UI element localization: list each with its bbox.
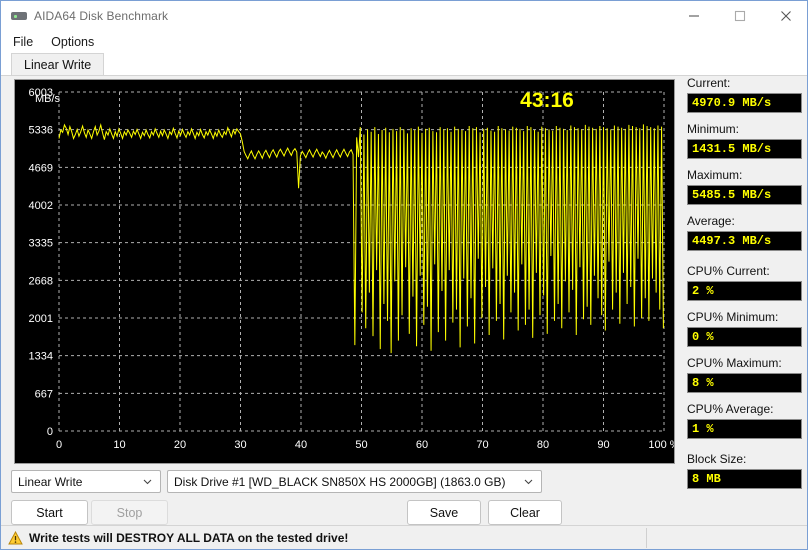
status-bar-divider (646, 528, 647, 548)
close-button[interactable] (763, 1, 807, 30)
window-title: AIDA64 Disk Benchmark (34, 8, 169, 23)
benchmark-mode-value: Linear Write (18, 474, 83, 489)
x-tick-label: 90 (597, 439, 609, 451)
stat-maximum: Maximum: 5485.5 MB/s (687, 168, 802, 205)
x-tick-label: 70 (476, 439, 488, 451)
stat-block_size-label: Block Size: (687, 452, 747, 466)
y-tick-label: 1334 (29, 351, 53, 363)
minimize-icon (689, 14, 699, 17)
status-bar: Write tests will DESTROY ALL DATA on the… (1, 525, 807, 549)
stat-maximum-value: 5485.5 MB/s (687, 185, 802, 205)
stat-average-value: 4497.3 MB/s (687, 231, 802, 251)
y-tick-label: 2668 (29, 275, 53, 287)
x-tick-label: 60 (416, 439, 428, 451)
start-button[interactable]: Start (11, 500, 88, 525)
y-tick-label: 2001 (29, 313, 53, 325)
x-tick-label: 30 (234, 439, 246, 451)
tab-linear-write[interactable]: Linear Write (11, 53, 105, 75)
chart-y-axis-labels: 066713342001266833354002466953366003 (29, 87, 53, 438)
content-area: 0 667 1334 2001 2668 3335 4002 4669 5336 6003 0 10… (1, 75, 807, 527)
stat-cpu_maximum-label: CPU% Maximum: (687, 356, 782, 370)
stat-current-label: Current: (687, 76, 731, 90)
chart-x-axis-labels: 0 10 20 30 40 50 60 70 80 90 100 % (56, 439, 674, 451)
controls-panel: Linear Write Disk Drive #1 [WD_BLACK SN8… (1, 470, 807, 527)
stat-current: Current: 4970.9 MB/s (687, 76, 802, 113)
stat-cpu_average: CPU% Average: 1 % (687, 402, 802, 439)
close-icon (781, 10, 791, 21)
x-tick-label: 0 (56, 439, 62, 451)
benchmark-chart: 0 667 1334 2001 2668 3335 4002 4669 5336 6003 0 10… (14, 79, 675, 464)
stat-cpu_average-label: CPU% Average: (687, 402, 774, 416)
y-tick-label: 667 (35, 388, 53, 400)
stop-button: Stop (91, 500, 168, 525)
clear-button[interactable]: Clear (488, 500, 562, 525)
x-tick-label: 50 (355, 439, 367, 451)
x-tick-label: 80 (537, 439, 549, 451)
benchmark-mode-select[interactable]: Linear Write (11, 470, 161, 493)
stat-average: Average: 4497.3 MB/s (687, 214, 802, 251)
chart-unit-label: MB/s (35, 93, 61, 105)
disk-drive-icon (11, 8, 27, 24)
stat-cpu_average-value: 1 % (687, 419, 802, 439)
stat-average-label: Average: (687, 214, 735, 228)
chart-canvas: 066713342001266833354002466953366003 0 10… (29, 87, 674, 451)
y-tick-label: 4002 (29, 200, 53, 212)
y-tick-label: 4669 (29, 162, 53, 174)
stat-minimum-value: 1431.5 MB/s (687, 139, 802, 159)
chevron-down-icon (142, 471, 153, 492)
stat-cpu_minimum: CPU% Minimum: 0 % (687, 310, 802, 347)
drive-select-value: Disk Drive #1 [WD_BLACK SN850X HS 2000GB… (174, 474, 506, 489)
stat-cpu_minimum-label: CPU% Minimum: (687, 310, 779, 324)
stat-cpu_minimum-value: 0 % (687, 327, 802, 347)
statistics-panel: Current: 4970.9 MB/s Minimum: 1431.5 MB/s Ma… (687, 76, 802, 498)
title-bar: AIDA64 Disk Benchmark (1, 1, 807, 30)
x-tick-label: 20 (174, 439, 186, 451)
y-tick-label: 3335 (29, 238, 53, 250)
stat-minimum: Minimum: 1431.5 MB/s (687, 122, 802, 159)
tab-strip: Linear Write (1, 53, 807, 75)
x-tick-label: 40 (295, 439, 307, 451)
y-tick-label: 5336 (29, 125, 53, 137)
y-tick-label: 0 (47, 426, 53, 438)
warning-triangle-icon (8, 530, 23, 545)
drive-select[interactable]: Disk Drive #1 [WD_BLACK SN850X HS 2000GB… (167, 470, 542, 493)
stat-cpu_current-value: 2 % (687, 281, 802, 301)
x-tick-label: 10 (113, 439, 125, 451)
aida64-disk-benchmark-window: AIDA64 Disk Benchmark File Options Linea… (0, 0, 808, 550)
menu-item-file[interactable]: File (4, 33, 42, 51)
stat-cpu_current: CPU% Current: 2 % (687, 264, 802, 301)
stat-cpu_current-label: CPU% Current: (687, 264, 770, 278)
save-button[interactable]: Save (407, 500, 481, 525)
stat-cpu_maximum-value: 8 % (687, 373, 802, 393)
chevron-down-icon (523, 471, 534, 492)
maximize-icon (734, 10, 746, 21)
stat-maximum-label: Maximum: (687, 168, 743, 182)
stat-minimum-label: Minimum: (687, 122, 740, 136)
maximize-button[interactable] (717, 1, 763, 30)
minimize-button[interactable] (671, 1, 717, 30)
elapsed-timer: 43:16 (520, 89, 574, 112)
stat-current-value: 4970.9 MB/s (687, 93, 802, 113)
x-tick-label: 100 % (648, 439, 674, 451)
stat-cpu_maximum: CPU% Maximum: 8 % (687, 356, 802, 393)
destructive-warning-text: Write tests will DESTROY ALL DATA on the… (29, 530, 349, 545)
menu-item-options[interactable]: Options (42, 33, 103, 51)
menu-bar: File Options (1, 30, 807, 53)
